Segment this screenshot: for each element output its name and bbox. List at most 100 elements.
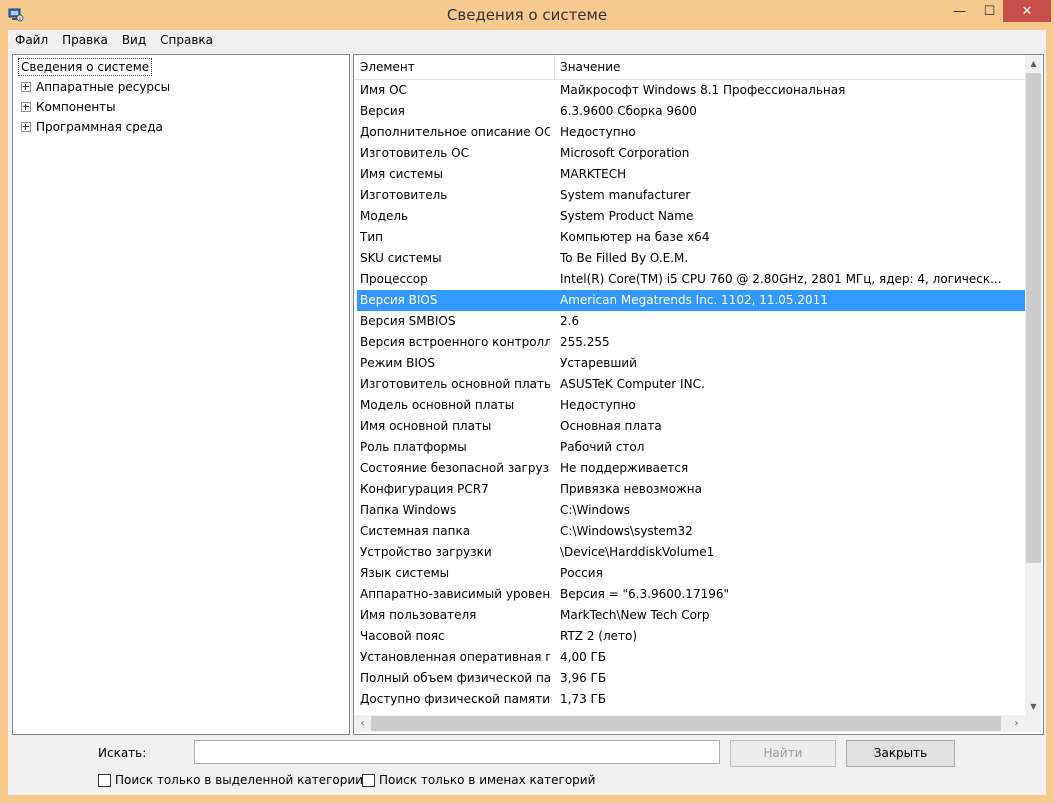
close-button[interactable]: Закрыть bbox=[846, 740, 955, 767]
title-bar: Сведения о системе — ☐ ✕ bbox=[0, 0, 1054, 30]
table-row[interactable]: Имя основной платы Основная плата bbox=[354, 416, 1025, 437]
row-item-cell: Изготовитель bbox=[360, 188, 448, 202]
row-item-cell: Версия SMBIOS bbox=[360, 314, 456, 328]
row-item-cell: Имя основной платы bbox=[360, 419, 492, 433]
row-item-cell: Процессор bbox=[360, 272, 428, 286]
details-list[interactable]: Элемент Значение Имя ОС Майкрософт Window… bbox=[353, 54, 1044, 735]
search-selected-category-checkbox[interactable]: Поиск только в выделенной категории bbox=[98, 773, 363, 787]
table-row[interactable]: Папка Windows C:\Windows bbox=[354, 500, 1025, 521]
table-row[interactable]: Изготовитель ОС Microsoft Corporation bbox=[354, 143, 1025, 164]
menu-help[interactable]: Справка bbox=[153, 33, 220, 47]
close-window-button[interactable]: ✕ bbox=[1003, 0, 1051, 22]
table-row[interactable]: Имя ОС Майкрософт Windows 8.1 Профессиона… bbox=[354, 80, 1025, 101]
tree-item-software-environment[interactable]: Программная среда bbox=[21, 118, 163, 136]
row-item-cell: Имя пользователя bbox=[360, 608, 477, 622]
table-row[interactable]: Режим BIOS Устаревший bbox=[354, 353, 1025, 374]
search-category-names-checkbox[interactable]: Поиск только в именах категорий bbox=[362, 773, 595, 787]
tree-item-hardware-resources[interactable]: Аппаратные ресурсы bbox=[21, 78, 170, 96]
row-item-cell: Состояние безопасной загруз... bbox=[360, 461, 550, 475]
table-row[interactable]: Версия встроенного контролл... 255.255 bbox=[354, 332, 1025, 353]
row-value-cell: Компьютер на базе x64 bbox=[560, 230, 710, 244]
menu-edit[interactable]: Правка bbox=[55, 33, 115, 47]
table-row[interactable]: Состояние безопасной загруз... Не поддерж… bbox=[354, 458, 1025, 479]
row-value-cell: RTZ 2 (лето) bbox=[560, 629, 638, 643]
window-title: Сведения о системе bbox=[446, 6, 608, 24]
checkbox-box[interactable] bbox=[362, 773, 375, 787]
vertical-scrollbar[interactable]: ▲ ▼ bbox=[1025, 55, 1042, 715]
scroll-right-arrow-icon[interactable]: › bbox=[1008, 715, 1025, 732]
checkbox-label: Поиск только в именах категорий bbox=[379, 773, 596, 787]
menu-file[interactable]: Файл bbox=[8, 33, 55, 47]
column-header-value[interactable]: Значение bbox=[554, 55, 1020, 79]
table-row[interactable]: Модель System Product Name bbox=[354, 206, 1025, 227]
scroll-up-arrow-icon[interactable]: ▲ bbox=[1025, 55, 1042, 72]
table-row[interactable]: Язык системы Россия bbox=[354, 563, 1025, 584]
row-item-cell: Системная папка bbox=[360, 524, 471, 538]
row-value-cell: System manufacturer bbox=[560, 188, 691, 202]
client-area: Сведения о системе Аппаратные ресурсы Ко… bbox=[8, 50, 1046, 795]
row-value-cell: To Be Filled By O.E.M. bbox=[560, 251, 689, 265]
row-item-cell: Модель основной платы bbox=[360, 398, 515, 412]
vertical-scroll-thumb[interactable] bbox=[1026, 73, 1041, 563]
table-row[interactable]: Дополнительное описание ОС Недоступно bbox=[354, 122, 1025, 143]
checkbox-box[interactable] bbox=[98, 773, 111, 787]
table-row[interactable]: Версия SMBIOS 2.6 bbox=[354, 311, 1025, 332]
table-row[interactable]: Имя пользователя MarkTech\New Tech Corp bbox=[354, 605, 1025, 626]
scroll-corner bbox=[1025, 715, 1042, 732]
tree-item-label: Аппаратные ресурсы bbox=[36, 80, 171, 94]
table-row[interactable]: Доступно физической памяти 1,73 ГБ bbox=[354, 689, 1025, 710]
table-row[interactable]: Часовой пояс RTZ 2 (лето) bbox=[354, 626, 1025, 647]
column-header-item[interactable]: Элемент bbox=[354, 55, 554, 79]
table-row[interactable]: SKU системы To Be Filled By O.E.M. bbox=[354, 248, 1025, 269]
table-row[interactable]: Модель основной платы Недоступно bbox=[354, 395, 1025, 416]
table-row[interactable]: Процессор Intel(R) Core(TM) i5 CPU 760 @ … bbox=[354, 269, 1025, 290]
row-item-cell: Язык системы bbox=[360, 566, 450, 580]
table-row[interactable]: Конфигурация PCR7 Привязка невозможна bbox=[354, 479, 1025, 500]
table-row[interactable]: Установленная оперативная п... 4,00 ГБ bbox=[354, 647, 1025, 668]
table-row[interactable]: Изготовитель System manufacturer bbox=[354, 185, 1025, 206]
menu-bar: Файл Правка Вид Справка bbox=[8, 30, 1046, 50]
row-item-cell: Изготовитель основной платы bbox=[360, 377, 550, 391]
row-value-cell: 4,00 ГБ bbox=[560, 650, 607, 664]
table-row[interactable]: Имя системы MARKTECH bbox=[354, 164, 1025, 185]
row-value-cell: System Product Name bbox=[560, 209, 694, 223]
row-item-cell: Версия встроенного контролл... bbox=[360, 335, 550, 349]
scroll-down-arrow-icon[interactable]: ▼ bbox=[1025, 698, 1042, 715]
table-row[interactable]: Системная папка C:\Windows\system32 bbox=[354, 521, 1025, 542]
table-row[interactable]: Устройство загрузки \Device\HarddiskVolum… bbox=[354, 542, 1025, 563]
expand-icon[interactable] bbox=[21, 122, 31, 132]
maximize-button[interactable]: ☐ bbox=[976, 0, 1003, 22]
list-header: Элемент Значение bbox=[354, 55, 1025, 80]
table-row[interactable]: Изготовитель основной платы ASUSTeK Compu… bbox=[354, 374, 1025, 395]
table-row[interactable]: Тип Компьютер на базе x64 bbox=[354, 227, 1025, 248]
scroll-left-arrow-icon[interactable]: ‹ bbox=[354, 715, 371, 732]
table-row[interactable]: Аппаратно-зависимый уровен... Версия = "6… bbox=[354, 584, 1025, 605]
row-item-cell: Имя ОС bbox=[360, 83, 407, 97]
row-item-cell: Устройство загрузки bbox=[360, 545, 492, 559]
row-value-cell: ASUSTeK Computer INC. bbox=[560, 377, 705, 391]
expand-icon[interactable] bbox=[21, 82, 31, 92]
table-row[interactable]: Полный объем физической па... 3,96 ГБ bbox=[354, 668, 1025, 689]
menu-view[interactable]: Вид bbox=[115, 33, 153, 47]
find-button[interactable]: Найти bbox=[730, 740, 836, 767]
row-item-cell: Версия BIOS bbox=[360, 293, 438, 307]
horizontal-scroll-thumb[interactable] bbox=[371, 716, 1001, 731]
row-value-cell: Недоступно bbox=[560, 125, 636, 139]
row-value-cell: 6.3.9600 Сборка 9600 bbox=[560, 104, 697, 118]
horizontal-scrollbar[interactable]: ‹ › bbox=[354, 715, 1025, 732]
row-item-cell: SKU системы bbox=[360, 251, 442, 265]
row-item-cell: Тип bbox=[360, 230, 383, 244]
tree-item-system-summary[interactable]: Сведения о системе bbox=[18, 58, 153, 76]
table-row[interactable]: Версия BIOS American Megatrends Inc. 1102… bbox=[357, 290, 1025, 311]
row-item-cell: Установленная оперативная п... bbox=[360, 650, 550, 664]
expand-icon[interactable] bbox=[21, 102, 31, 112]
table-row[interactable]: Версия 6.3.9600 Сборка 9600 bbox=[354, 101, 1025, 122]
category-tree[interactable]: Сведения о системе Аппаратные ресурсы Ко… bbox=[12, 54, 350, 735]
tree-item-components[interactable]: Компоненты bbox=[21, 98, 116, 116]
row-value-cell: Майкрософт Windows 8.1 Профессиональная bbox=[560, 83, 846, 97]
minimize-button[interactable]: — bbox=[946, 0, 973, 22]
search-input[interactable] bbox=[194, 740, 720, 764]
row-value-cell: MARKTECH bbox=[560, 167, 627, 181]
row-value-cell: American Megatrends Inc. 1102, 11.05.201… bbox=[560, 293, 828, 307]
table-row[interactable]: Роль платформы Рабочий стол bbox=[354, 437, 1025, 458]
